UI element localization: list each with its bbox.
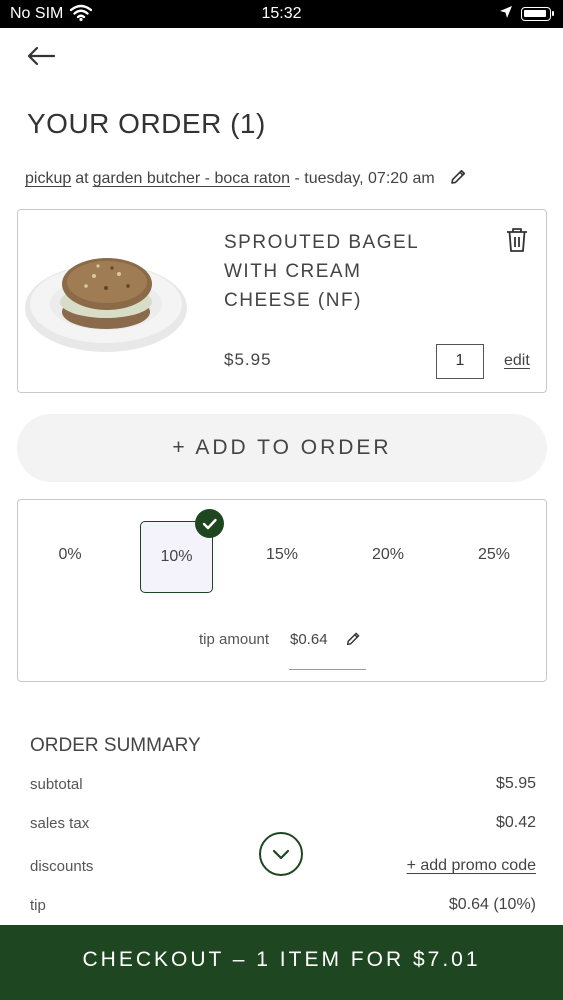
tip-amount-label: tip amount	[199, 631, 270, 648]
pickup-time: - tuesday, 07:20 am	[294, 170, 435, 187]
tip-option-0[interactable]: 0%	[45, 546, 95, 564]
quantity-field[interactable]: 1	[436, 344, 484, 379]
sales-tax-value: $0.42	[495, 814, 536, 831]
clock: 15:32	[261, 5, 302, 22]
battery-icon	[521, 7, 554, 21]
delete-item-trash-icon[interactable]	[505, 227, 529, 253]
subtotal-label: subtotal	[30, 776, 83, 793]
add-promo-code-link[interactable]: + add promo code	[407, 857, 536, 875]
pickup-info: pickup at garden butcher - boca raton - tu…	[25, 168, 467, 191]
scroll-down-chevron-icon[interactable]	[259, 832, 303, 876]
order-item-card: SPROUTED BAGEL WITH CREAM CHEESE (NF) $5…	[17, 209, 547, 393]
checkmark-icon	[195, 509, 224, 538]
tip-option-25[interactable]: 25%	[469, 546, 519, 564]
edit-pickup-pencil-icon[interactable]	[449, 168, 467, 191]
tip-value: $0.64 (10%)	[448, 896, 536, 913]
add-to-order-button[interactable]: + ADD TO ORDER	[17, 414, 547, 482]
tip-option-20[interactable]: 20%	[363, 546, 413, 564]
pickup-at-label: at	[75, 170, 89, 187]
item-price: $5.95	[224, 350, 272, 369]
edit-item-link[interactable]: edit	[504, 352, 530, 370]
tip-amount-underline	[289, 669, 366, 670]
edit-tip-pencil-icon[interactable]	[345, 631, 361, 652]
sales-tax-label: sales tax	[30, 815, 90, 832]
discounts-label: discounts	[30, 858, 94, 875]
tip-selector: 0% 10% 15% 20% 25% tip amount $0.64	[17, 499, 547, 682]
bagel-image	[24, 246, 189, 356]
pickup-mode-link[interactable]: pickup	[25, 170, 71, 187]
back-arrow-icon[interactable]	[24, 42, 58, 70]
tip-amount-value[interactable]: $0.64	[290, 631, 328, 648]
pickup-location-link[interactable]: garden butcher - boca raton	[93, 170, 290, 187]
status-bar: No SIM 15:32	[0, 0, 563, 28]
order-summary-title: ORDER SUMMARY	[30, 735, 201, 756]
subtotal-value: $5.95	[495, 775, 536, 792]
tip-label: tip	[30, 897, 46, 914]
location-arrow-icon	[499, 5, 513, 24]
item-name: SPROUTED BAGEL WITH CREAM CHEESE (NF)	[224, 232, 419, 311]
page-title: YOUR ORDER (1)	[27, 108, 266, 139]
tip-option-15[interactable]: 15%	[257, 546, 307, 564]
checkout-button[interactable]: CHECKOUT – 1 ITEM FOR $7.01	[0, 925, 563, 1000]
